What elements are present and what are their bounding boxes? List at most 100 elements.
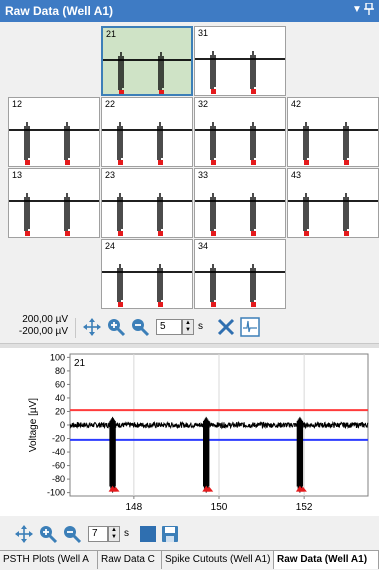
mini-spike-marker: [25, 231, 30, 236]
electrode-cell[interactable]: 22: [101, 97, 193, 167]
electrode-cell[interactable]: 33: [194, 168, 286, 238]
spike: [203, 416, 210, 493]
y-tick-label: 40: [55, 393, 65, 403]
electrode-cell[interactable]: 12: [8, 97, 100, 167]
mini-spike: [158, 52, 164, 90]
mini-trace: [195, 264, 285, 307]
grid-toolbar: 200,00 µV -200,00 µV 5 ▲ ▼ s: [8, 312, 378, 342]
spike: [109, 416, 116, 493]
electrode-cell[interactable]: 31: [194, 26, 286, 96]
mini-spike-marker: [251, 302, 256, 307]
autoscale-icon[interactable]: [14, 524, 34, 544]
pin-icon[interactable]: [364, 2, 374, 20]
electrode-cell[interactable]: 42: [287, 97, 379, 167]
tab-2[interactable]: Spike Cutouts (Well A1): [162, 551, 274, 569]
mini-spike: [250, 122, 256, 160]
mini-spike: [303, 122, 309, 160]
detail-window-input[interactable]: 7: [88, 526, 108, 542]
mini-spike: [343, 122, 349, 160]
window-unit: s: [198, 321, 203, 332]
zoom-out-icon[interactable]: [130, 317, 150, 337]
detail-plot-panel: 21 Voltage [µV] 100 80 60 40 20 0 -20 -40 -60 -80 -1…: [0, 348, 379, 516]
mini-spike: [210, 122, 216, 160]
y-tick-label: -80: [52, 474, 65, 484]
electrode-cell[interactable]: 34: [194, 239, 286, 309]
mini-spike-marker: [118, 302, 123, 307]
mini-spike: [157, 193, 163, 231]
mini-spike: [250, 193, 256, 231]
mini-trace: [9, 122, 99, 165]
mini-spike: [343, 193, 349, 231]
mini-spike-marker: [118, 231, 123, 236]
mini-trace: [102, 264, 192, 307]
electrode-cell[interactable]: 43: [287, 168, 379, 238]
mini-spike: [117, 264, 123, 302]
electrode-cell[interactable]: 13: [8, 168, 100, 238]
mini-spike: [157, 122, 163, 160]
toolbar-divider: [75, 318, 76, 338]
mini-spike: [303, 193, 309, 231]
mini-spike: [250, 51, 256, 89]
save-icon[interactable]: [160, 524, 180, 544]
mini-trace: [195, 193, 285, 236]
y-tick-label: -20: [52, 434, 65, 444]
zoom-in-icon[interactable]: [106, 317, 126, 337]
spike: [296, 416, 304, 493]
mini-spike: [250, 264, 256, 302]
mini-trace: [195, 51, 285, 94]
tab-3[interactable]: Raw Data (Well A1): [274, 551, 379, 569]
mini-spike-marker: [119, 90, 124, 94]
x-tick-label: 148: [126, 502, 143, 513]
mini-spike-marker: [304, 231, 309, 236]
tab-1[interactable]: Raw Data C: [98, 551, 162, 569]
threshold-icon[interactable]: [240, 317, 260, 337]
mini-spike: [210, 51, 216, 89]
x-tick-label: 152: [296, 502, 313, 513]
tab-0[interactable]: PSTH Plots (Well A: [0, 551, 98, 569]
amplitude-range: 200,00 µV -200,00 µV: [14, 314, 68, 338]
electrode-cell[interactable]: 21: [101, 26, 193, 96]
mini-spike-marker: [65, 231, 70, 236]
mini-spike-marker: [211, 89, 216, 94]
electrode-cell[interactable]: 24: [101, 239, 193, 309]
mini-trace: [9, 193, 99, 236]
mini-trace: [102, 193, 192, 236]
detail-window-stepper[interactable]: ▲ ▼: [108, 526, 120, 542]
mini-spike: [118, 52, 124, 90]
window-seconds-stepper[interactable]: ▲ ▼: [182, 319, 194, 335]
y-axis-label: Voltage [µV]: [28, 398, 39, 452]
electrode-cell[interactable]: 32: [194, 97, 286, 167]
mini-spike-marker: [251, 89, 256, 94]
window-titlebar: Raw Data (Well A1) ▼: [0, 0, 379, 22]
zoom-out-icon[interactable]: [62, 524, 82, 544]
mini-spike: [64, 122, 70, 160]
tab-bar: PSTH Plots (Well A Raw Data C Spike Cutout…: [0, 550, 379, 570]
y-tick-label: -40: [52, 447, 65, 457]
mini-spike-marker: [344, 160, 349, 165]
mini-spike-marker: [211, 231, 216, 236]
electrode-cell[interactable]: 23: [101, 168, 193, 238]
mini-spike-marker: [159, 90, 164, 94]
y-tick-label: 100: [50, 352, 65, 362]
mini-spike: [117, 193, 123, 231]
mini-spike-marker: [251, 231, 256, 236]
mini-spike-marker: [118, 160, 123, 165]
electrode-grid: 21 31 12 22 32 42 13 23 33 43 24 34: [8, 26, 379, 312]
mini-spike-marker: [251, 160, 256, 165]
mini-spike-marker: [158, 160, 163, 165]
mini-spike: [210, 193, 216, 231]
detail-plot[interactable]: 21 Voltage [µV] 100 80 60 40 20 0 -20 -40 -60 -80 -1…: [0, 348, 379, 516]
mini-spike-marker: [158, 302, 163, 307]
mini-spike: [64, 193, 70, 231]
zoom-in-icon[interactable]: [38, 524, 58, 544]
close-icon[interactable]: [216, 317, 236, 337]
window-seconds-input[interactable]: 5: [156, 319, 182, 335]
chevron-down-icon[interactable]: ▼: [352, 3, 362, 17]
mini-spike-marker: [65, 160, 70, 165]
mini-trace: [288, 122, 378, 165]
mini-spike-marker: [304, 160, 309, 165]
autoscale-icon[interactable]: [82, 317, 102, 337]
detail-window-unit: s: [124, 528, 129, 539]
color-icon[interactable]: [138, 524, 158, 544]
mini-trace: [103, 52, 191, 94]
